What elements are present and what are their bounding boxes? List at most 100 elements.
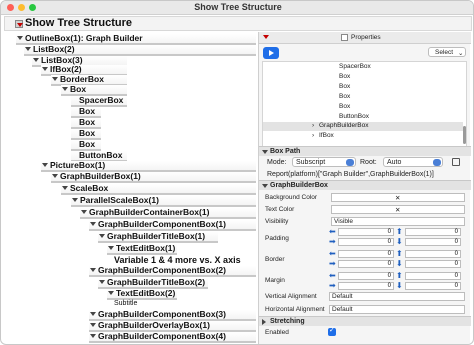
collapse-triangle-icon[interactable] xyxy=(99,234,105,238)
collapse-triangle-icon[interactable] xyxy=(90,312,96,316)
tree-node[interactable]: GraphBuilderTitleBox(1) xyxy=(98,231,218,243)
padding-right-input[interactable]: 0 xyxy=(338,238,394,246)
collapse-triangle-icon[interactable] xyxy=(108,291,114,295)
border-bottom-input[interactable]: 0 xyxy=(405,260,461,268)
tree-node-label: GraphBuilderComponentBox(2) xyxy=(98,265,226,275)
collapse-triangle-icon[interactable] xyxy=(262,184,268,188)
tree-node[interactable]: GraphBuilderContainerBox(1) xyxy=(80,207,256,219)
vertical-alignment-label: Vertical Alignment xyxy=(265,293,317,300)
border-top-input[interactable]: 0 xyxy=(405,250,461,258)
collapse-triangle-icon[interactable] xyxy=(72,198,78,202)
vertical-alignment-select[interactable]: Default xyxy=(329,292,465,301)
margin-left-input[interactable]: 0 xyxy=(338,272,394,280)
mode-select[interactable]: Subscript xyxy=(292,157,356,167)
root-select[interactable]: Auto xyxy=(383,157,443,167)
tree-node-label: GraphBuilderComponentBox(4) xyxy=(98,331,226,341)
copy-icon[interactable] xyxy=(452,158,460,166)
subtitle-text: Subtitle xyxy=(114,300,138,307)
text-color-label: Text Color xyxy=(265,206,295,213)
collapse-triangle-icon[interactable] xyxy=(81,210,87,214)
enabled-checkbox[interactable]: ✓ xyxy=(328,327,336,336)
play-icon xyxy=(269,50,274,56)
arrow-up-icon: ⬆ xyxy=(396,227,403,236)
properties-panel: Properties Select ⌄ SpacerBox Box Box Bo… xyxy=(258,32,471,344)
title-bar: Show Tree Structure xyxy=(1,1,473,15)
checkbox-icon[interactable] xyxy=(341,34,348,41)
box-path-text[interactable]: Report(platform)["Graph Builder",GraphBu… xyxy=(267,171,434,178)
padding-bottom-input[interactable]: 0 xyxy=(405,238,461,246)
expand-triangle-icon[interactable] xyxy=(262,319,266,325)
list-item[interactable]: SpacerBox xyxy=(339,63,371,70)
tree-node[interactable]: GraphBuilderComponentBox(1) xyxy=(89,219,256,231)
margin-top-input[interactable]: 0 xyxy=(405,272,461,280)
arrow-up-icon: ⬆ xyxy=(396,249,403,258)
list-item-label: GraphBuilderBox xyxy=(319,122,369,129)
background-color-label: Background Color xyxy=(265,194,318,201)
box-path-section[interactable]: Box Path xyxy=(259,146,471,156)
checkmark-icon: ✓ xyxy=(329,327,335,334)
collapse-triangle-icon[interactable] xyxy=(99,280,105,284)
collapse-triangle-icon[interactable] xyxy=(108,246,114,250)
list-item[interactable]: Box xyxy=(339,103,350,110)
tree-node-label: PictureBox(1) xyxy=(50,160,106,170)
tree-node[interactable]: ScaleBox xyxy=(61,183,256,195)
list-item[interactable]: ButtonBox xyxy=(339,113,369,120)
collapse-triangle-icon[interactable] xyxy=(90,222,96,226)
select-dropdown[interactable]: Select ⌄ xyxy=(428,47,466,57)
collapse-triangle-icon[interactable] xyxy=(42,67,48,71)
horizontal-alignment-select[interactable]: Default xyxy=(329,305,465,314)
collapse-triangle-icon[interactable] xyxy=(52,174,58,178)
tree-node[interactable]: GraphBuilderBox(1) xyxy=(51,171,256,183)
visibility-value: Visible xyxy=(334,218,354,225)
tree-node[interactable]: ParallelScaleBox(1) xyxy=(71,195,256,207)
collapse-triangle-icon[interactable] xyxy=(17,36,23,40)
padding-top-input[interactable]: 0 xyxy=(405,228,461,236)
border-left-input[interactable]: 0 xyxy=(338,250,394,258)
text-color-swatch[interactable]: ✕ xyxy=(331,205,465,214)
collapse-triangle-icon[interactable] xyxy=(62,186,68,190)
tree-node-label: GraphBuilderComponentBox(3) xyxy=(98,309,226,319)
tree-root-label: Show Tree Structure xyxy=(25,17,132,29)
border-right-input[interactable]: 0 xyxy=(338,260,394,268)
list-item[interactable]: Box xyxy=(339,73,350,80)
disclosure-red-icon[interactable] xyxy=(263,35,269,39)
margin-label: Margin xyxy=(265,277,285,284)
tree-list[interactable]: SpacerBox Box Box Box Box ButtonBox › Gr… xyxy=(262,61,467,147)
enabled-label: Enabled xyxy=(265,329,289,336)
collapse-triangle-icon[interactable] xyxy=(42,163,48,167)
collapse-triangle-icon[interactable] xyxy=(52,77,58,81)
stretching-section[interactable]: Stretching xyxy=(259,316,471,326)
tree-node-label: Box xyxy=(70,84,87,94)
visibility-select[interactable]: Visible xyxy=(331,217,465,226)
collapse-triangle-icon[interactable] xyxy=(25,47,31,51)
mode-label: Mode: xyxy=(267,159,287,166)
tree-node[interactable]: TextEditBox(2) xyxy=(107,288,177,300)
list-item[interactable]: Box xyxy=(339,83,350,90)
collapse-triangle-icon[interactable] xyxy=(33,58,39,62)
collapse-triangle-icon[interactable] xyxy=(90,334,96,338)
tree-node[interactable]: GraphBuilderComponentBox(2) xyxy=(89,265,256,277)
collapse-triangle-icon[interactable] xyxy=(62,87,68,91)
margin-bottom-input[interactable]: 0 xyxy=(405,282,461,290)
graphbuilderbox-section[interactable]: GraphBuilderBox xyxy=(259,180,471,190)
run-button[interactable] xyxy=(263,47,279,59)
collapse-triangle-icon[interactable] xyxy=(90,268,96,272)
tree-node-label: GraphBuilderComponentBox(1) xyxy=(98,219,226,229)
tree-node[interactable]: GraphBuilderComponentBox(4) xyxy=(89,331,256,343)
collapse-triangle-icon[interactable] xyxy=(90,323,96,327)
tree-node-label: Box xyxy=(79,139,96,149)
tree-node-label: TextEditBox(1) xyxy=(116,243,176,253)
list-item[interactable]: IfBox xyxy=(319,132,334,139)
padding-left-input[interactable]: 0 xyxy=(338,228,394,236)
section-title: GraphBuilderBox xyxy=(270,182,328,189)
disclosure-red-icon[interactable] xyxy=(15,20,23,28)
list-item-selected[interactable]: › GraphBuilderBox xyxy=(263,122,463,131)
horizontal-alignment-label: Horizontal Alignment xyxy=(265,306,325,313)
tree-node[interactable]: TextEditBox(1) xyxy=(107,243,177,255)
list-item[interactable]: Box xyxy=(339,93,350,100)
scrollbar[interactable] xyxy=(463,126,466,144)
background-color-swatch[interactable]: ✕ xyxy=(331,193,465,202)
margin-right-input[interactable]: 0 xyxy=(338,282,394,290)
tree-root-outline[interactable]: Show Tree Structure xyxy=(4,16,472,31)
collapse-triangle-icon[interactable] xyxy=(262,150,268,154)
